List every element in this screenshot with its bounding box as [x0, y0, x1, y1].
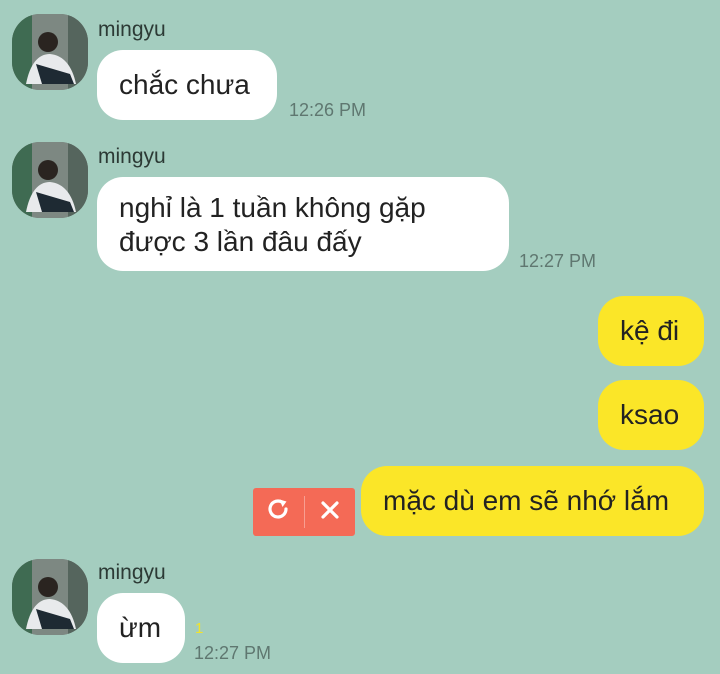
- message-text: ksao: [620, 399, 680, 430]
- message-text: mặc dù em sẽ nhớ lắm: [383, 485, 670, 516]
- delete-button[interactable]: [305, 488, 356, 536]
- message-bubble[interactable]: chắc chưa: [97, 50, 277, 120]
- message-time: 12:27 PM: [519, 251, 597, 271]
- message-text: được 3 lần đâu đấy: [119, 226, 362, 257]
- retry-icon: [265, 496, 291, 529]
- message-time: 12:27 PM: [194, 643, 272, 663]
- message-bubble[interactable]: mặc dù em sẽ nhớ lắm: [361, 466, 704, 536]
- message-bubble[interactable]: ksao: [598, 380, 704, 450]
- sender-name: mingyu: [98, 145, 166, 168]
- message-text: kệ đi: [620, 315, 680, 346]
- message-text: ừm: [119, 612, 162, 643]
- message-time: 12:26 PM: [289, 100, 367, 120]
- message-bubble[interactable]: ừm: [97, 593, 185, 663]
- close-icon: [319, 497, 341, 528]
- avatar[interactable]: [12, 14, 88, 90]
- message-bubble[interactable]: kệ đi: [598, 296, 704, 366]
- message-text: nghỉ là 1 tuần không gặp: [119, 192, 426, 223]
- message-text: chắc chưa: [119, 69, 250, 100]
- send-failed-controls: [253, 488, 355, 536]
- retry-button[interactable]: [253, 488, 304, 536]
- sender-name: mingyu: [98, 18, 166, 41]
- message-bubble[interactable]: nghỉ là 1 tuần không gặp được 3 lần đâu …: [97, 177, 509, 271]
- sender-name: mingyu: [98, 561, 166, 584]
- avatar[interactable]: [12, 559, 88, 635]
- avatar[interactable]: [12, 142, 88, 218]
- unread-count: 1: [195, 620, 204, 637]
